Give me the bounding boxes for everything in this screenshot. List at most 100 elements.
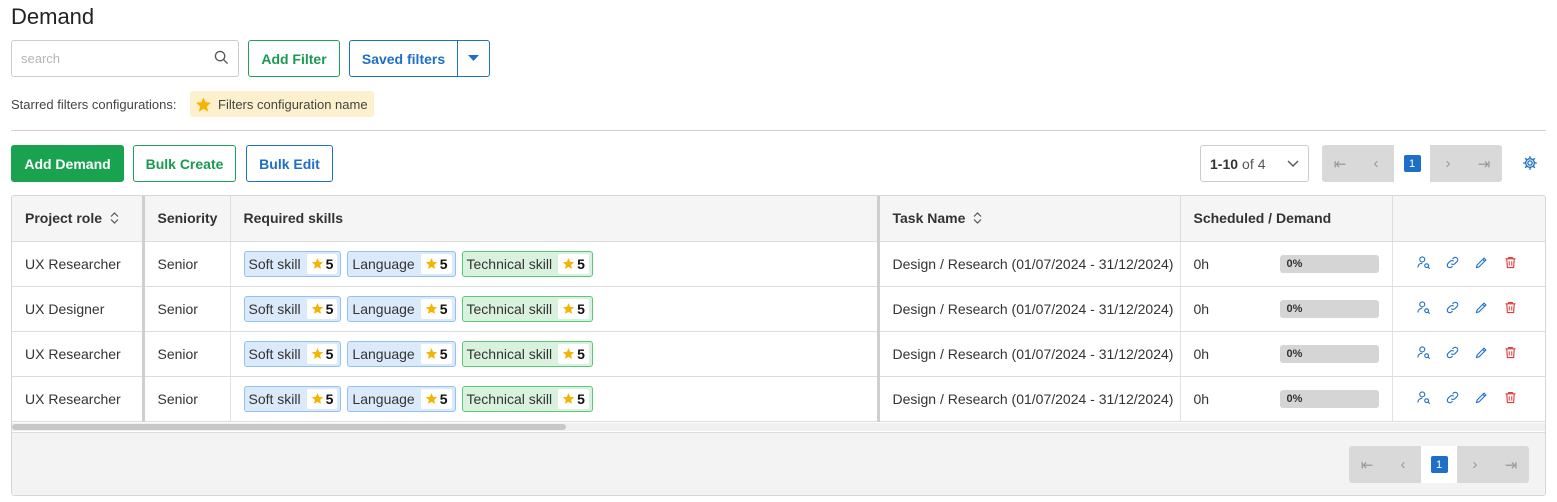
add-demand-button[interactable]: Add Demand xyxy=(11,145,124,182)
cell-seniority: Senior xyxy=(143,331,231,377)
link-icon[interactable] xyxy=(1445,390,1460,408)
header-task-name[interactable]: Task Name xyxy=(878,196,1181,242)
cell-scheduled-demand: 0h 0% xyxy=(1180,376,1393,422)
first-page-icon[interactable]: ⇤ xyxy=(1349,446,1385,483)
cell-project-role: UX Researcher xyxy=(12,376,145,422)
saved-filters-dropdown[interactable]: Saved filters xyxy=(349,40,490,77)
last-page-icon[interactable]: ⇥ xyxy=(1466,145,1502,182)
starred-filter-chip[interactable]: Filters configuration name xyxy=(190,91,374,117)
bulk-create-button[interactable]: Bulk Create xyxy=(133,145,236,182)
cell-actions xyxy=(1392,241,1545,287)
scheduled-hours: 0h xyxy=(1193,300,1210,317)
scrollbar-thumb[interactable] xyxy=(12,424,566,430)
skill-tag: Technical skill 5 xyxy=(461,250,593,277)
pencil-icon[interactable] xyxy=(1474,300,1489,318)
skill-name: Soft skill xyxy=(248,255,301,272)
page-of-label: of xyxy=(1242,155,1254,172)
star-icon xyxy=(311,303,323,314)
skill-rating: 5 xyxy=(306,343,338,364)
star-icon xyxy=(311,258,323,269)
cell-seniority: Senior xyxy=(143,241,231,287)
pencil-icon[interactable] xyxy=(1474,255,1489,273)
skill-name: Language xyxy=(352,300,415,317)
current-page-button[interactable]: 1 xyxy=(1394,145,1430,182)
search-box[interactable] xyxy=(11,40,239,77)
skill-tag: Language 5 xyxy=(347,250,456,277)
starred-filters-label: Starred filters configurations: xyxy=(11,97,177,112)
skill-rating: 5 xyxy=(306,253,338,274)
cell-actions xyxy=(1392,331,1545,377)
next-page-icon[interactable]: › xyxy=(1457,446,1493,483)
skill-rating: 5 xyxy=(420,253,452,274)
pencil-icon[interactable] xyxy=(1474,390,1489,408)
skill-name: Technical skill xyxy=(466,255,553,272)
prev-page-icon[interactable]: ‹ xyxy=(1358,145,1394,182)
first-page-icon[interactable]: ⇤ xyxy=(1322,145,1358,182)
skill-name: Language xyxy=(352,390,415,407)
assign-user-icon[interactable] xyxy=(1416,390,1431,408)
assign-user-icon[interactable] xyxy=(1416,255,1431,273)
cell-scheduled-demand: 0h 0% xyxy=(1180,241,1393,287)
pencil-icon[interactable] xyxy=(1474,345,1489,363)
skill-rating: 5 xyxy=(420,298,452,319)
gear-icon[interactable] xyxy=(1522,155,1538,174)
star-icon xyxy=(562,303,575,314)
search-input[interactable] xyxy=(21,51,214,66)
skill-name: Technical skill xyxy=(466,300,553,317)
add-filter-button[interactable]: Add Filter xyxy=(248,40,340,77)
next-page-icon[interactable]: › xyxy=(1430,145,1466,182)
skill-tag: Technical skill 5 xyxy=(461,295,593,322)
saved-filters-button[interactable]: Saved filters xyxy=(350,41,458,76)
skill-tag: Soft skill 5 xyxy=(243,250,342,277)
table-row: UX Researcher Senior Soft skill 5 Langua… xyxy=(12,241,1545,287)
skill-tag: Technical skill 5 xyxy=(461,385,593,412)
scheduled-hours: 0h xyxy=(1193,255,1210,272)
skill-name: Soft skill xyxy=(248,345,301,362)
table-row: UX Researcher Senior Soft skill 5 Langua… xyxy=(12,376,1545,422)
scheduled-hours: 0h xyxy=(1193,345,1210,362)
link-icon[interactable] xyxy=(1445,255,1460,273)
page-size-select[interactable]: 1-10 of 4 xyxy=(1200,145,1309,182)
cell-required-skills: Soft skill 5 Language 5 Technical skill … xyxy=(230,241,880,287)
trash-icon[interactable] xyxy=(1503,390,1518,408)
prev-page-icon[interactable]: ‹ xyxy=(1385,446,1421,483)
sort-icon[interactable] xyxy=(110,211,119,227)
star-icon xyxy=(425,348,437,359)
table-header-row: Project role Seniority Required skills T… xyxy=(12,196,1545,242)
header-actions xyxy=(1392,196,1545,242)
skill-name: Technical skill xyxy=(466,345,553,362)
sort-icon[interactable] xyxy=(973,211,982,227)
header-project-role[interactable]: Project role xyxy=(12,196,145,242)
page-title: Demand xyxy=(11,4,95,29)
cell-seniority: Senior xyxy=(143,286,231,332)
link-icon[interactable] xyxy=(1445,345,1460,363)
progress-bar: 0% xyxy=(1279,299,1379,318)
skill-tag: Language 5 xyxy=(347,340,456,367)
trash-icon[interactable] xyxy=(1503,255,1518,273)
cell-project-role: UX Researcher xyxy=(12,331,145,377)
search-icon[interactable] xyxy=(214,50,229,68)
skill-rating: 5 xyxy=(558,343,589,364)
table-footer: ⇤ ‹ 1 › ⇥ xyxy=(12,432,1545,495)
last-page-icon[interactable]: ⇥ xyxy=(1493,446,1529,483)
skill-rating: 5 xyxy=(306,388,338,409)
cell-task-name: Design / Research (01/07/2024 - 31/12/20… xyxy=(878,331,1181,377)
link-icon[interactable] xyxy=(1445,300,1460,318)
assign-user-icon[interactable] xyxy=(1416,300,1431,318)
assign-user-icon[interactable] xyxy=(1416,345,1431,363)
header-required-skills: Required skills xyxy=(230,196,880,242)
star-icon xyxy=(562,393,575,404)
skill-tag: Soft skill 5 xyxy=(243,340,342,367)
skill-name: Technical skill xyxy=(466,390,553,407)
cell-actions xyxy=(1392,286,1545,332)
trash-icon[interactable] xyxy=(1503,345,1518,363)
skill-rating: 5 xyxy=(558,253,589,274)
trash-icon[interactable] xyxy=(1503,300,1518,318)
chevron-down-icon xyxy=(1287,160,1299,167)
cell-task-name: Design / Research (01/07/2024 - 31/12/20… xyxy=(878,376,1181,422)
saved-filters-toggle[interactable] xyxy=(458,41,489,76)
cell-required-skills: Soft skill 5 Language 5 Technical skill … xyxy=(230,376,880,422)
current-page-button[interactable]: 1 xyxy=(1421,446,1457,483)
bulk-edit-button[interactable]: Bulk Edit xyxy=(246,145,333,182)
skill-name: Language xyxy=(352,345,415,362)
